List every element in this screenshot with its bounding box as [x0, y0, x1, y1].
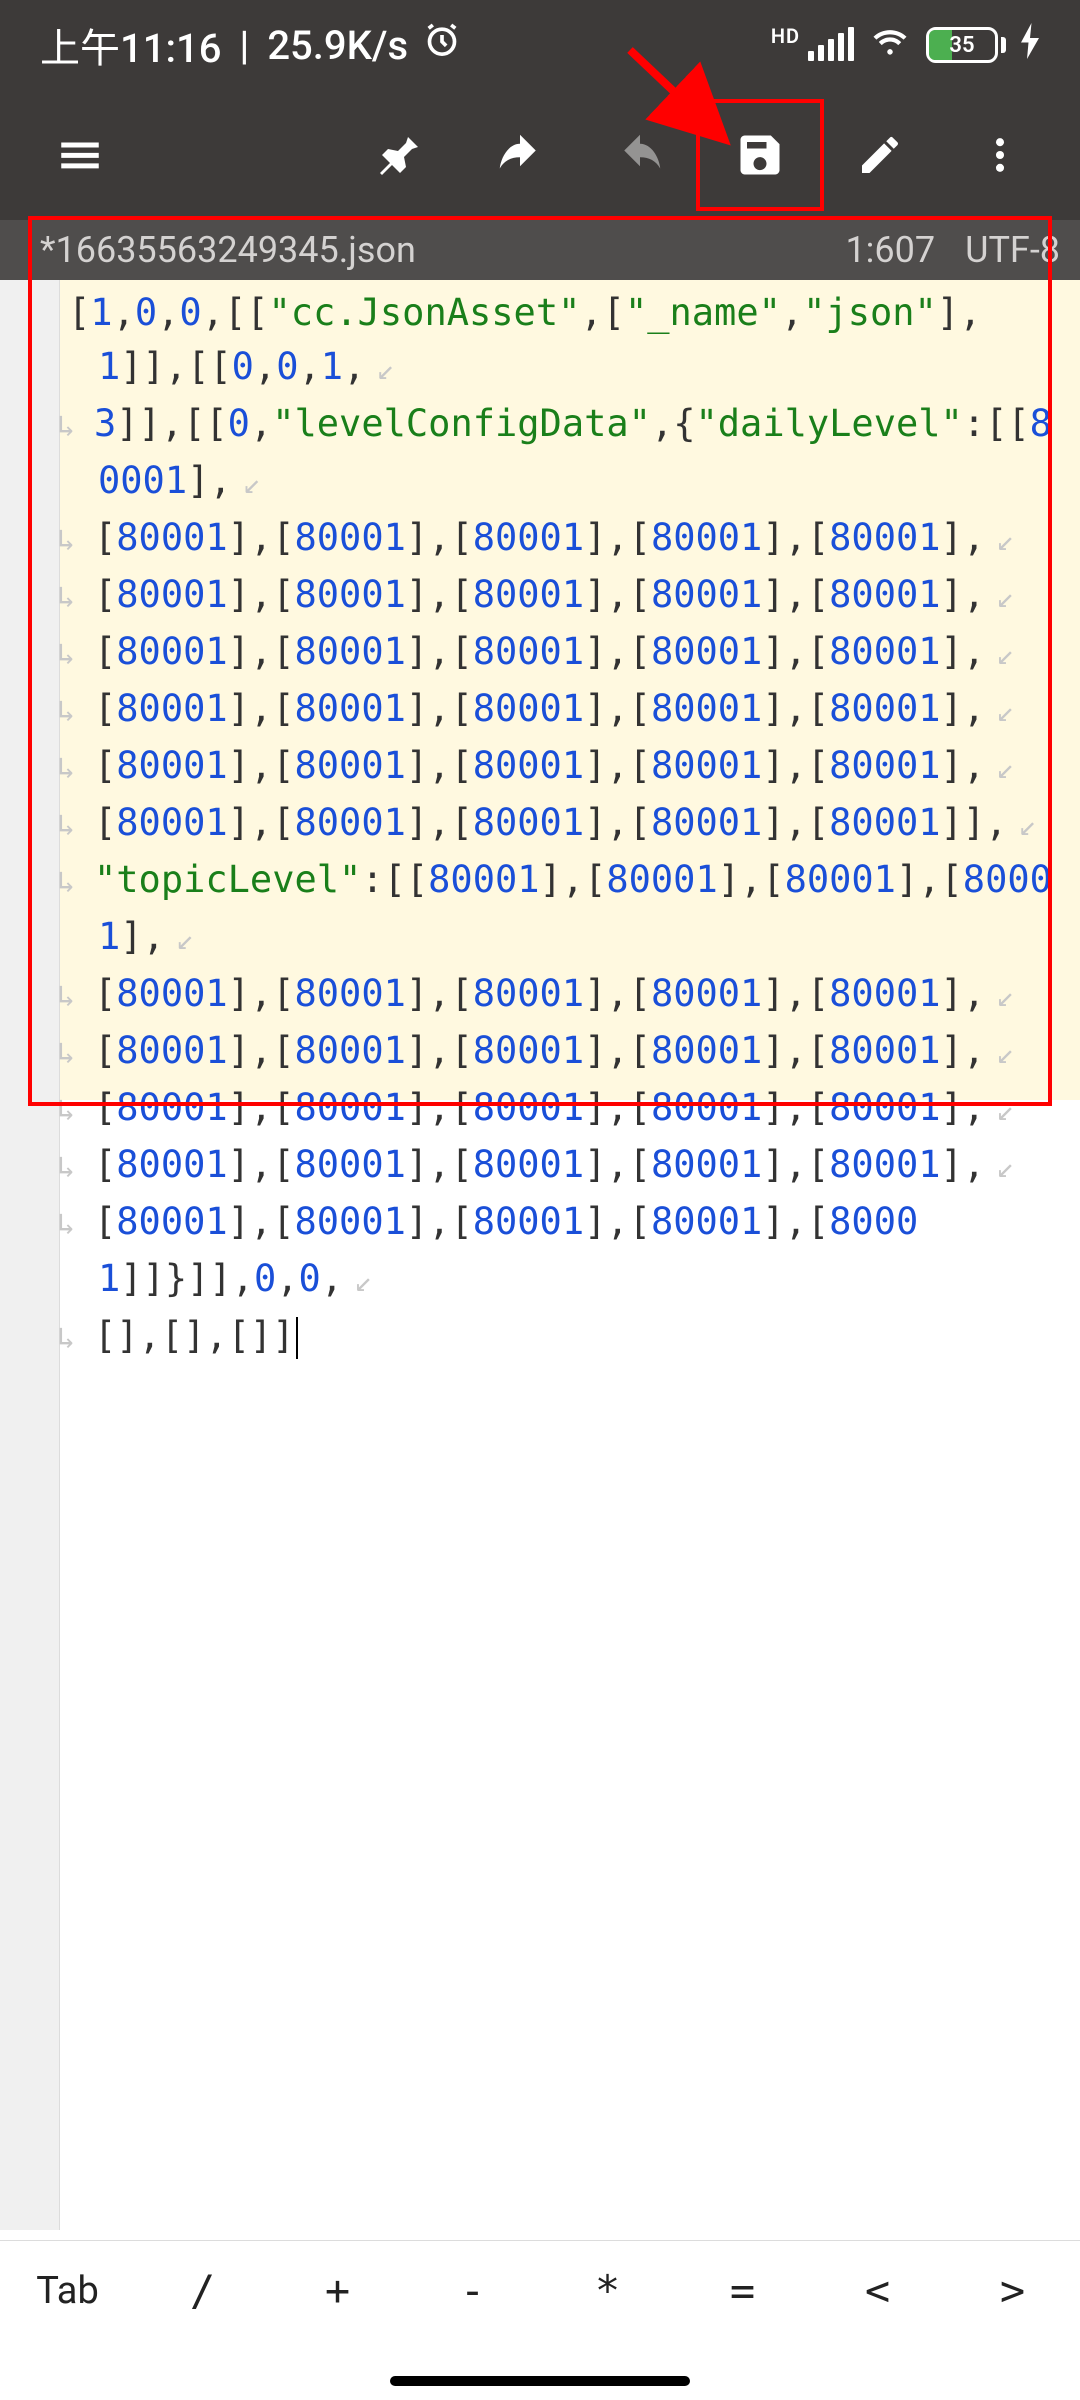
alarm-icon [422, 20, 462, 70]
status-right: HD 35 [771, 18, 1040, 72]
status-bar: 上午11:16 | 25.9K/s HD 35 [0, 0, 1080, 90]
status-net-speed: 25.9K/s [267, 22, 408, 69]
symbol-bar: Tab/+-*=<> [0, 2240, 1080, 2340]
charging-icon [1020, 23, 1040, 67]
editor[interactable]: [1,0,0,[["cc.JsonAsset",["_name","json"]… [0, 280, 1080, 2230]
symbol-key-tab[interactable]: Tab [0, 2241, 135, 2340]
file-info-strip: *16635563249345.json 1:607 UTF-8 [0, 220, 1080, 280]
code-area[interactable]: [1,0,0,[["cc.JsonAsset",["_name","json"]… [60, 280, 1080, 2230]
toolbar [0, 90, 1080, 220]
wifi-icon [868, 18, 912, 72]
gutter [0, 280, 60, 2230]
symbol-key--[interactable]: - [405, 2241, 540, 2340]
editor-wrap: [1,0,0,[["cc.JsonAsset",["_name","json"]… [0, 280, 1080, 2230]
redo-button[interactable] [580, 105, 700, 205]
hd-icon: HD [771, 24, 800, 48]
battery-icon: 35 [926, 27, 1006, 63]
symbol-key-*[interactable]: * [540, 2241, 675, 2340]
undo-button[interactable] [460, 105, 580, 205]
symbol-key-+[interactable]: + [270, 2241, 405, 2340]
symbol-key-<[interactable]: < [810, 2241, 945, 2340]
cursor-position: 1:607 [845, 229, 935, 271]
status-sep: | [229, 22, 259, 69]
symbol-key-/[interactable]: / [135, 2241, 270, 2340]
signal-icon [808, 29, 854, 61]
menu-button[interactable] [20, 105, 140, 205]
edit-button[interactable] [820, 105, 940, 205]
file-name: *16635563249345.json [40, 229, 416, 271]
nav-indicator [390, 2376, 690, 2386]
status-left: 上午11:16 | 25.9K/s [40, 16, 462, 74]
battery-pct: 35 [929, 33, 995, 58]
pin-button[interactable] [340, 105, 460, 205]
file-encoding: UTF-8 [965, 229, 1060, 271]
symbol-key->[interactable]: > [945, 2241, 1080, 2340]
more-button[interactable] [940, 105, 1060, 205]
status-time: 上午11:16 [40, 16, 221, 74]
symbol-key-=[interactable]: = [675, 2241, 810, 2340]
save-button[interactable] [700, 105, 820, 205]
